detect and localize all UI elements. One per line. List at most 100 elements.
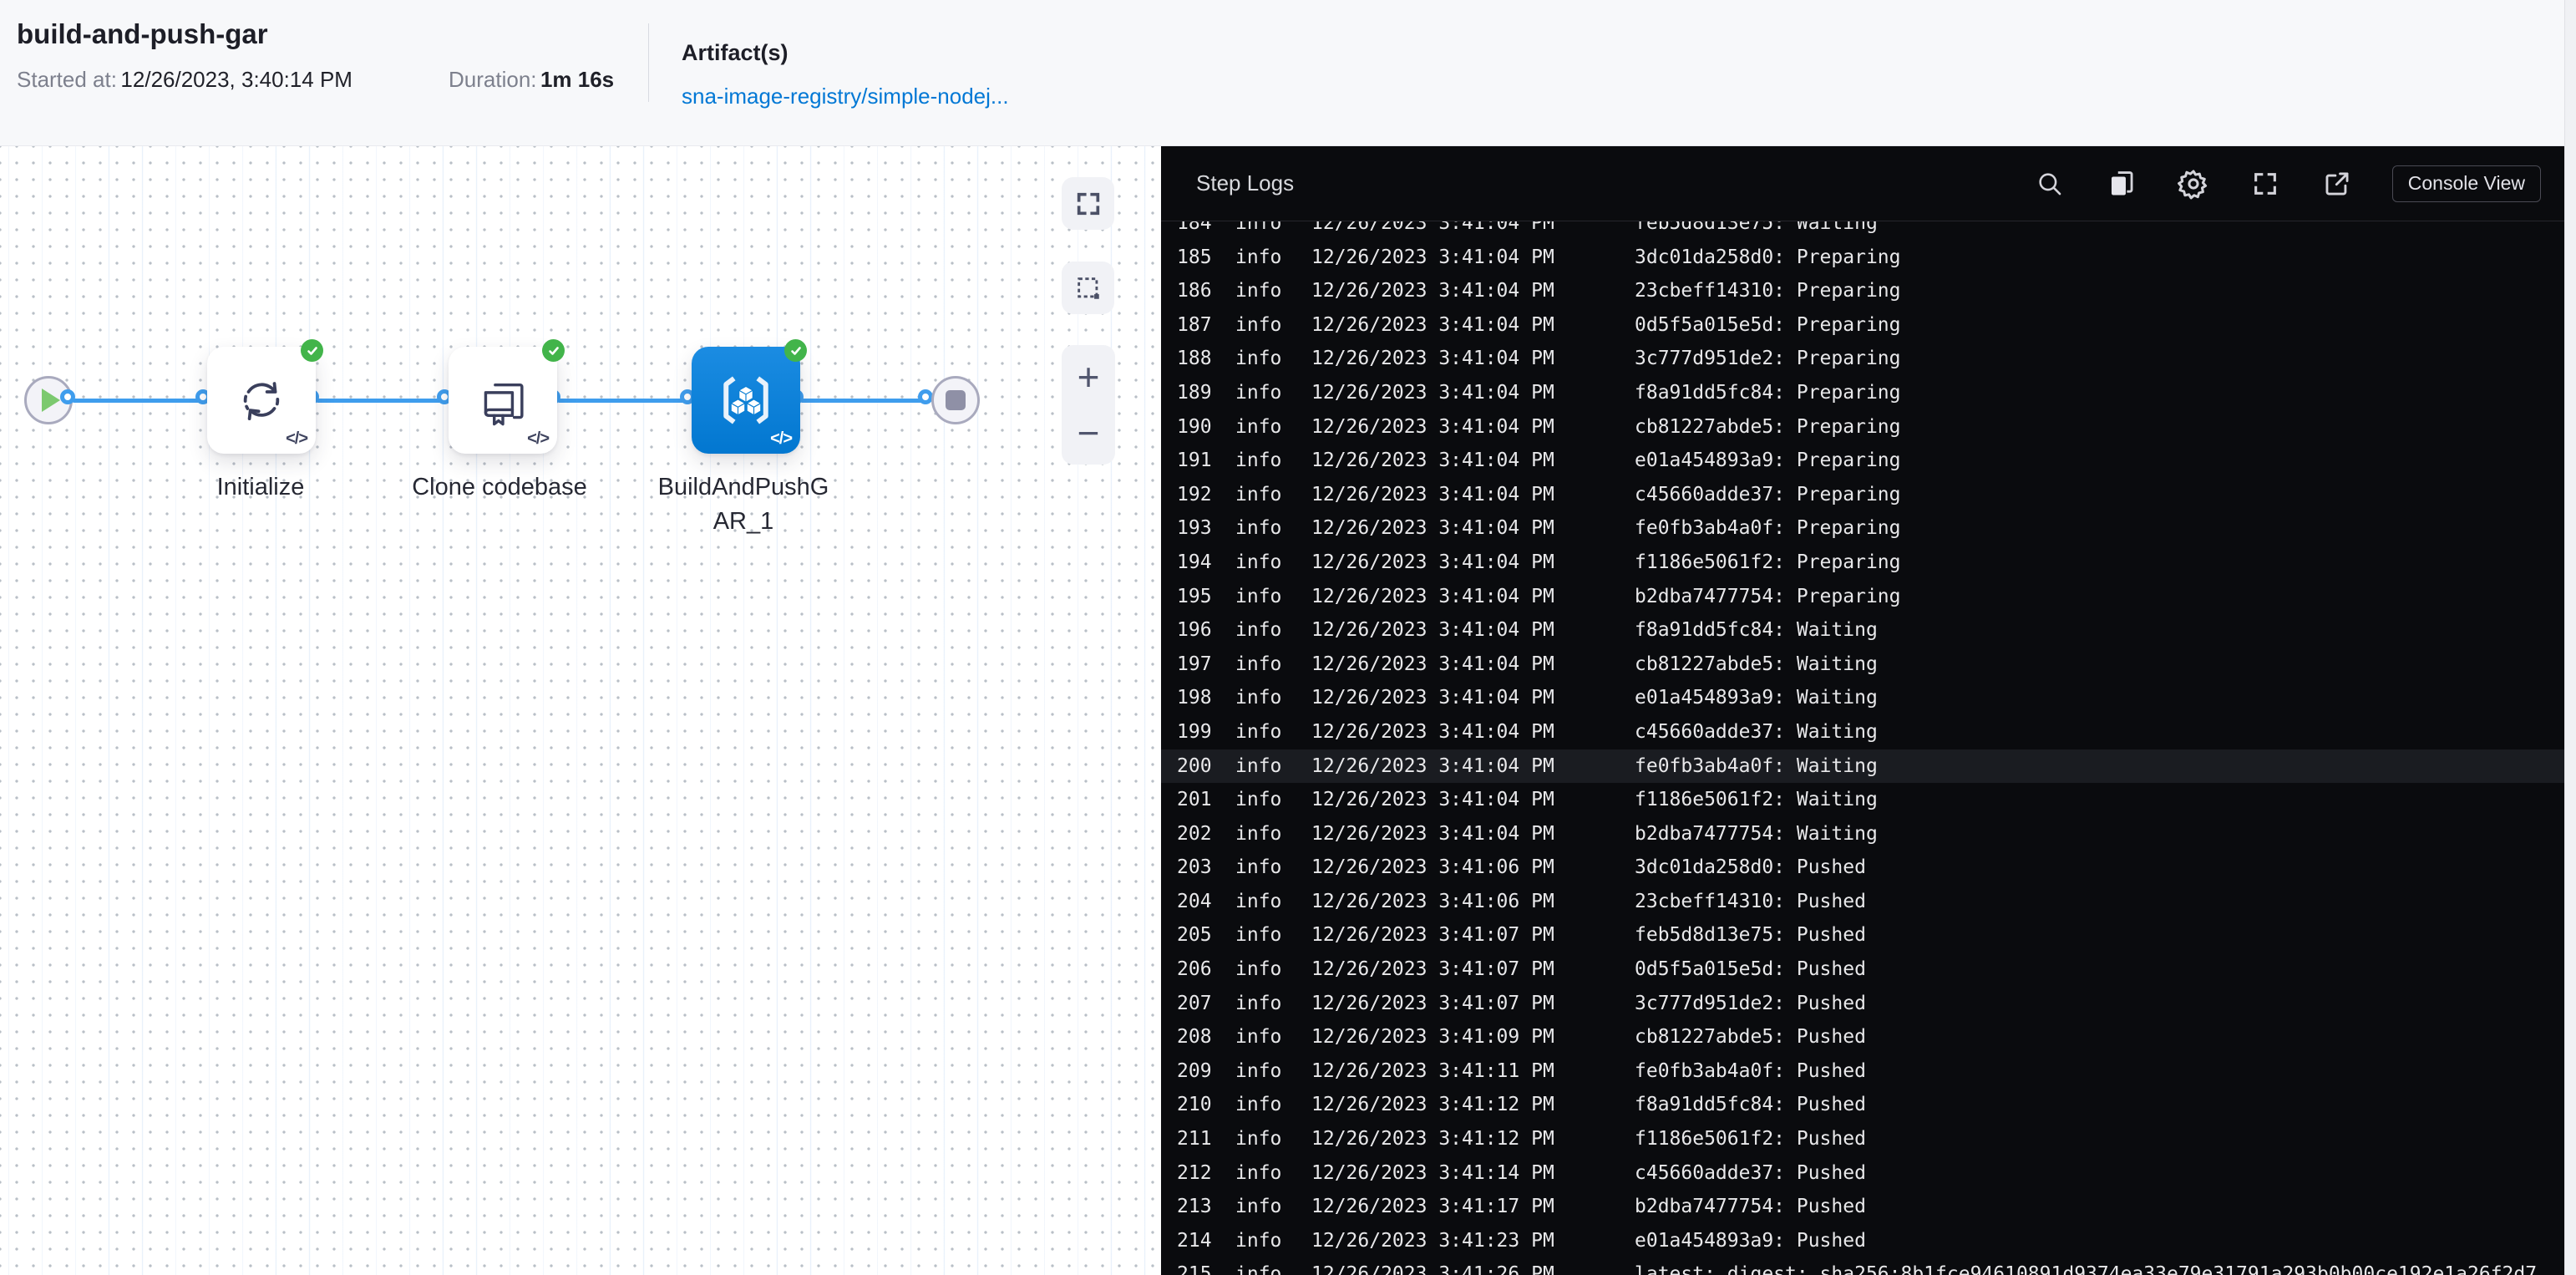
log-output[interactable]: 184 info 12/26/2023 3:41:04 PM feb5d8d13…	[1161, 221, 2564, 1275]
log-timestamp: 12/26/2023 3:41:04 PM	[1311, 221, 1554, 234]
step-node-initialize[interactable]: </>	[207, 347, 316, 454]
pipeline-canvas[interactable]: </> Initialize </> Clone codebase </> Bu…	[0, 146, 1161, 1275]
log-message: f1186e5061f2: Waiting	[1635, 789, 1878, 811]
edge-start-initialize	[72, 399, 207, 403]
log-level: info	[1235, 517, 1282, 540]
log-timestamp: 12/26/2023 3:41:04 PM	[1311, 822, 1554, 845]
log-line-number: 186	[1177, 280, 1212, 302]
log-line-number: 188	[1177, 348, 1212, 370]
log-row: 188 info 12/26/2023 3:41:04 PM 3c777d951…	[1161, 342, 2564, 376]
stop-icon	[946, 390, 966, 410]
log-timestamp: 12/26/2023 3:41:04 PM	[1311, 585, 1554, 607]
step-script-glyph: </>	[770, 429, 793, 448]
log-row: 214 info 12/26/2023 3:41:23 PM e01a45489…	[1161, 1224, 2564, 1258]
search-icon[interactable]	[2033, 167, 2066, 201]
check-icon	[307, 346, 317, 355]
log-timestamp: 12/26/2023 3:41:06 PM	[1311, 856, 1554, 879]
artifacts-label: Artifact(s)	[682, 40, 789, 65]
expand-icon	[1077, 192, 1099, 215]
log-timestamp: 12/26/2023 3:41:04 PM	[1311, 450, 1554, 472]
log-row: 184 info 12/26/2023 3:41:04 PM feb5d8d13…	[1161, 221, 2564, 241]
started-at-label: Started at:	[17, 67, 117, 92]
log-message: f1186e5061f2: Preparing	[1635, 551, 1901, 573]
log-timestamp: 12/26/2023 3:41:04 PM	[1311, 415, 1554, 438]
canvas-zoom-controls: + −	[1062, 345, 1115, 465]
log-line-number: 210	[1177, 1094, 1212, 1116]
gar-icon	[723, 376, 768, 424]
log-level: info	[1235, 551, 1282, 573]
success-badge	[301, 339, 323, 362]
log-line-number: 209	[1177, 1059, 1212, 1082]
success-badge	[784, 339, 807, 362]
log-row: 198 info 12/26/2023 3:41:04 PM e01a45489…	[1161, 681, 2564, 715]
log-message: fe0fb3ab4a0f: Preparing	[1635, 517, 1901, 540]
log-row: 212 info 12/26/2023 3:41:14 PM c45660add…	[1161, 1156, 2564, 1191]
log-level: info	[1235, 221, 1282, 234]
log-timestamp: 12/26/2023 3:41:14 PM	[1311, 1161, 1554, 1184]
log-message: 3c777d951de2: Pushed	[1635, 992, 1866, 1014]
log-line-number: 200	[1177, 754, 1212, 777]
canvas-select-area-button[interactable]	[1062, 262, 1114, 314]
log-line-number: 204	[1177, 890, 1212, 912]
step-node-build-and-push-gar[interactable]: </>	[692, 347, 800, 454]
console-view-button[interactable]: Console View	[2391, 165, 2541, 202]
log-line-number: 196	[1177, 619, 1212, 642]
edge-clone-build	[557, 399, 692, 403]
log-line-number: 184	[1177, 221, 1212, 234]
success-badge	[542, 339, 565, 362]
page-title: build-and-push-gar	[17, 18, 268, 49]
artifact-link[interactable]: sna-image-registry/simple-nodej...	[682, 84, 1009, 109]
log-line-number: 212	[1177, 1161, 1212, 1184]
log-timestamp: 12/26/2023 3:41:23 PM	[1311, 1229, 1554, 1252]
log-line-number: 199	[1177, 720, 1212, 743]
log-level: info	[1235, 1263, 1282, 1275]
log-message: c45660adde37: Preparing	[1635, 483, 1901, 505]
log-row: 201 info 12/26/2023 3:41:04 PM f1186e506…	[1161, 783, 2564, 817]
log-timestamp: 12/26/2023 3:41:04 PM	[1311, 754, 1554, 777]
log-message: 0d5f5a015e5d: Pushed	[1635, 958, 1866, 981]
step-label-clone-codebase: Clone codebase	[412, 474, 587, 500]
header-divider	[648, 23, 649, 102]
log-message: feb5d8d13e75: Pushed	[1635, 924, 1866, 947]
log-line-number: 211	[1177, 1128, 1212, 1151]
step-logs-toolbar: Console View	[2033, 165, 2541, 202]
log-timestamp: 12/26/2023 3:41:11 PM	[1311, 1059, 1554, 1082]
log-row: 195 info 12/26/2023 3:41:04 PM b2dba7477…	[1161, 580, 2564, 614]
step-script-glyph: </>	[286, 429, 308, 448]
log-row: 208 info 12/26/2023 3:41:09 PM cb81227ab…	[1161, 1020, 2564, 1054]
log-message: cb81227abde5: Waiting	[1635, 653, 1878, 675]
log-message: fe0fb3ab4a0f: Waiting	[1635, 754, 1878, 777]
log-timestamp: 12/26/2023 3:41:04 PM	[1311, 653, 1554, 675]
step-logs-header: Step Logs Console View	[1161, 146, 2564, 221]
log-level: info	[1235, 720, 1282, 743]
log-line-number: 195	[1177, 585, 1212, 607]
zoom-in-button[interactable]: +	[1062, 353, 1115, 400]
log-level: info	[1235, 890, 1282, 912]
open-in-new-icon[interactable]	[2320, 167, 2354, 201]
step-node-clone-codebase[interactable]: </>	[449, 347, 557, 454]
expand-icon[interactable]	[2249, 167, 2282, 201]
log-message: latest: digest: sha256:8b1fce94610891d93…	[1635, 1263, 2538, 1275]
canvas-fit-view-button[interactable]	[1062, 177, 1114, 230]
settings-icon[interactable]	[2177, 167, 2210, 201]
log-timestamp: 12/26/2023 3:41:07 PM	[1311, 958, 1554, 981]
log-row: 187 info 12/26/2023 3:41:04 PM 0d5f5a015…	[1161, 308, 2564, 343]
zoom-out-button[interactable]: −	[1062, 409, 1115, 456]
clone-icon	[484, 384, 524, 426]
log-message: 0d5f5a015e5d: Preparing	[1635, 313, 1901, 336]
page-scrollbar[interactable]	[2564, 0, 2576, 1275]
log-level: info	[1235, 856, 1282, 879]
log-message: cb81227abde5: Pushed	[1635, 1026, 1866, 1049]
log-row: 193 info 12/26/2023 3:41:04 PM fe0fb3ab4…	[1161, 511, 2564, 546]
log-line-number: 197	[1177, 653, 1212, 675]
copy-icon[interactable]	[2105, 167, 2138, 201]
pipeline-end-node	[931, 376, 980, 424]
log-level: info	[1235, 483, 1282, 505]
log-line-number: 214	[1177, 1229, 1212, 1252]
started-at-value: 12/26/2023, 3:40:14 PM	[120, 67, 352, 92]
log-timestamp: 12/26/2023 3:41:04 PM	[1311, 246, 1554, 268]
log-level: info	[1235, 1026, 1282, 1049]
log-line-number: 185	[1177, 246, 1212, 268]
log-message: f1186e5061f2: Pushed	[1635, 1128, 1866, 1151]
log-line-number: 187	[1177, 313, 1212, 336]
